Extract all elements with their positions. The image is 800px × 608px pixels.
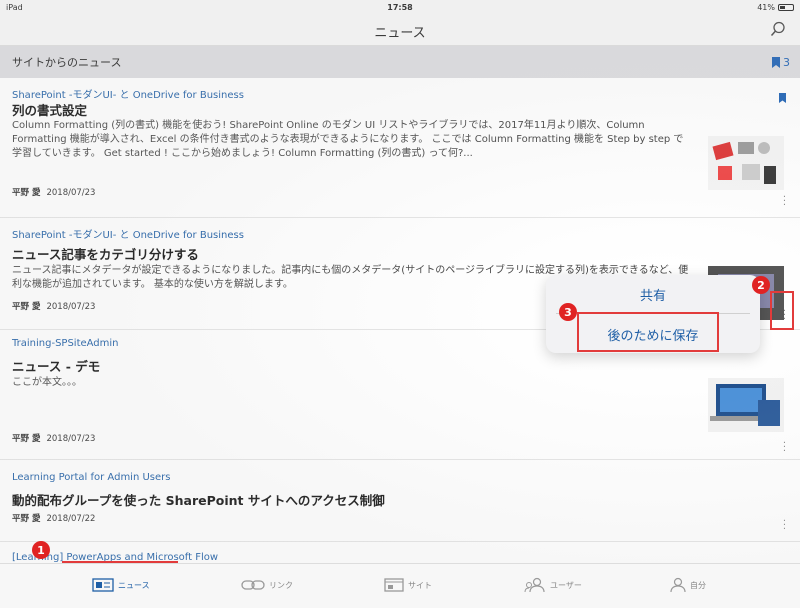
saved-count: 3 — [783, 56, 790, 69]
news-author: 平野 愛 — [12, 434, 41, 444]
news-site[interactable]: SharePoint -モダンUI- と OneDrive for Busine… — [12, 86, 244, 101]
tab-sites[interactable]: サイト — [384, 572, 432, 598]
news-site[interactable]: Training-SPSiteAdmin — [12, 338, 119, 349]
navigation-bar: ニュース — [0, 14, 800, 46]
news-thumbnail — [708, 136, 784, 190]
news-date: 2018/07/23 — [46, 302, 96, 312]
news-meta: 平野 愛 2018/07/23 — [12, 300, 95, 312]
news-title[interactable]: ニュース - デモ — [12, 356, 100, 375]
news-body: Column Formatting (列の書式) 機能を使おう! SharePo… — [12, 120, 684, 159]
news-date: 2018/07/23 — [46, 434, 96, 444]
page-title: ニュース — [374, 26, 426, 41]
news-site[interactable]: Learning Portal for Admin Users — [12, 472, 170, 483]
users-icon — [524, 577, 545, 593]
news-meta: 平野 愛 2018/07/22 — [12, 512, 95, 524]
news-author: 平野 愛 — [12, 302, 41, 312]
tab-label: 自分 — [690, 580, 706, 590]
news-date: 2018/07/23 — [46, 188, 96, 198]
saved-items-button[interactable]: 3 — [772, 56, 790, 69]
bookmark-icon[interactable] — [779, 88, 786, 107]
search-icon[interactable] — [770, 21, 786, 41]
status-bar: iPad 17:58 41% — [0, 0, 800, 14]
tab-me[interactable]: 自分 — [670, 572, 706, 598]
news-icon — [92, 578, 114, 592]
tab-users[interactable]: ユーザー — [524, 572, 582, 598]
tab-label: ユーザー — [550, 580, 582, 590]
link-icon — [241, 580, 265, 590]
news-item[interactable]: SharePoint -モダンUI- と OneDrive for Busine… — [0, 78, 800, 218]
highlight-more-options — [770, 291, 794, 330]
more-options-icon[interactable]: · · · — [783, 517, 786, 535]
highlight-save-for-later — [577, 312, 719, 352]
news-item[interactable]: Learning Portal for Admin Users 動的配布グループ… — [0, 460, 800, 542]
news-title[interactable]: ニュース記事をカテゴリ分けする — [12, 244, 199, 263]
tab-bar: ニュース リンク サイト ユーザー 自分 — [0, 563, 800, 608]
bookmark-icon — [772, 57, 780, 68]
news-thumbnail — [708, 378, 784, 432]
news-body: ここが本文。。。 — [12, 377, 82, 388]
more-options-icon[interactable]: · · · — [783, 193, 786, 211]
section-header: サイトからのニュース 3 — [0, 46, 800, 78]
more-options-icon[interactable]: · · · — [783, 439, 786, 457]
news-meta: 平野 愛 2018/07/23 — [12, 432, 95, 444]
battery-icon — [778, 3, 794, 11]
news-author: 平野 愛 — [12, 514, 41, 524]
section-title: サイトからのニュース — [12, 56, 122, 69]
tab-news[interactable]: ニュース — [92, 572, 150, 598]
news-date: 2018/07/22 — [46, 514, 96, 524]
tab-links[interactable]: リンク — [241, 572, 293, 598]
site-icon — [384, 578, 404, 592]
clock: 17:58 — [387, 2, 413, 12]
news-title[interactable]: 動的配布グループを使った SharePoint サイトへのアクセス制御 — [12, 490, 385, 509]
tab-label: リンク — [269, 580, 293, 590]
person-icon — [670, 577, 686, 593]
news-item[interactable]: [Learning] PowerApps and Microsoft Flow — [0, 542, 800, 563]
tab-label: ニュース — [118, 580, 150, 590]
annotation-badge-2: 2 — [752, 276, 770, 294]
news-meta: 平野 愛 2018/07/23 — [12, 186, 95, 198]
news-author: 平野 愛 — [12, 188, 41, 198]
tab-label: サイト — [408, 580, 432, 590]
share-option[interactable]: 共有 — [546, 285, 760, 304]
annotation-badge-3: 3 — [559, 303, 577, 321]
news-title[interactable]: 列の書式設定 — [12, 100, 87, 119]
news-site[interactable]: SharePoint -モダンUI- と OneDrive for Busine… — [12, 226, 244, 241]
annotation-badge-1: 1 — [32, 541, 50, 559]
